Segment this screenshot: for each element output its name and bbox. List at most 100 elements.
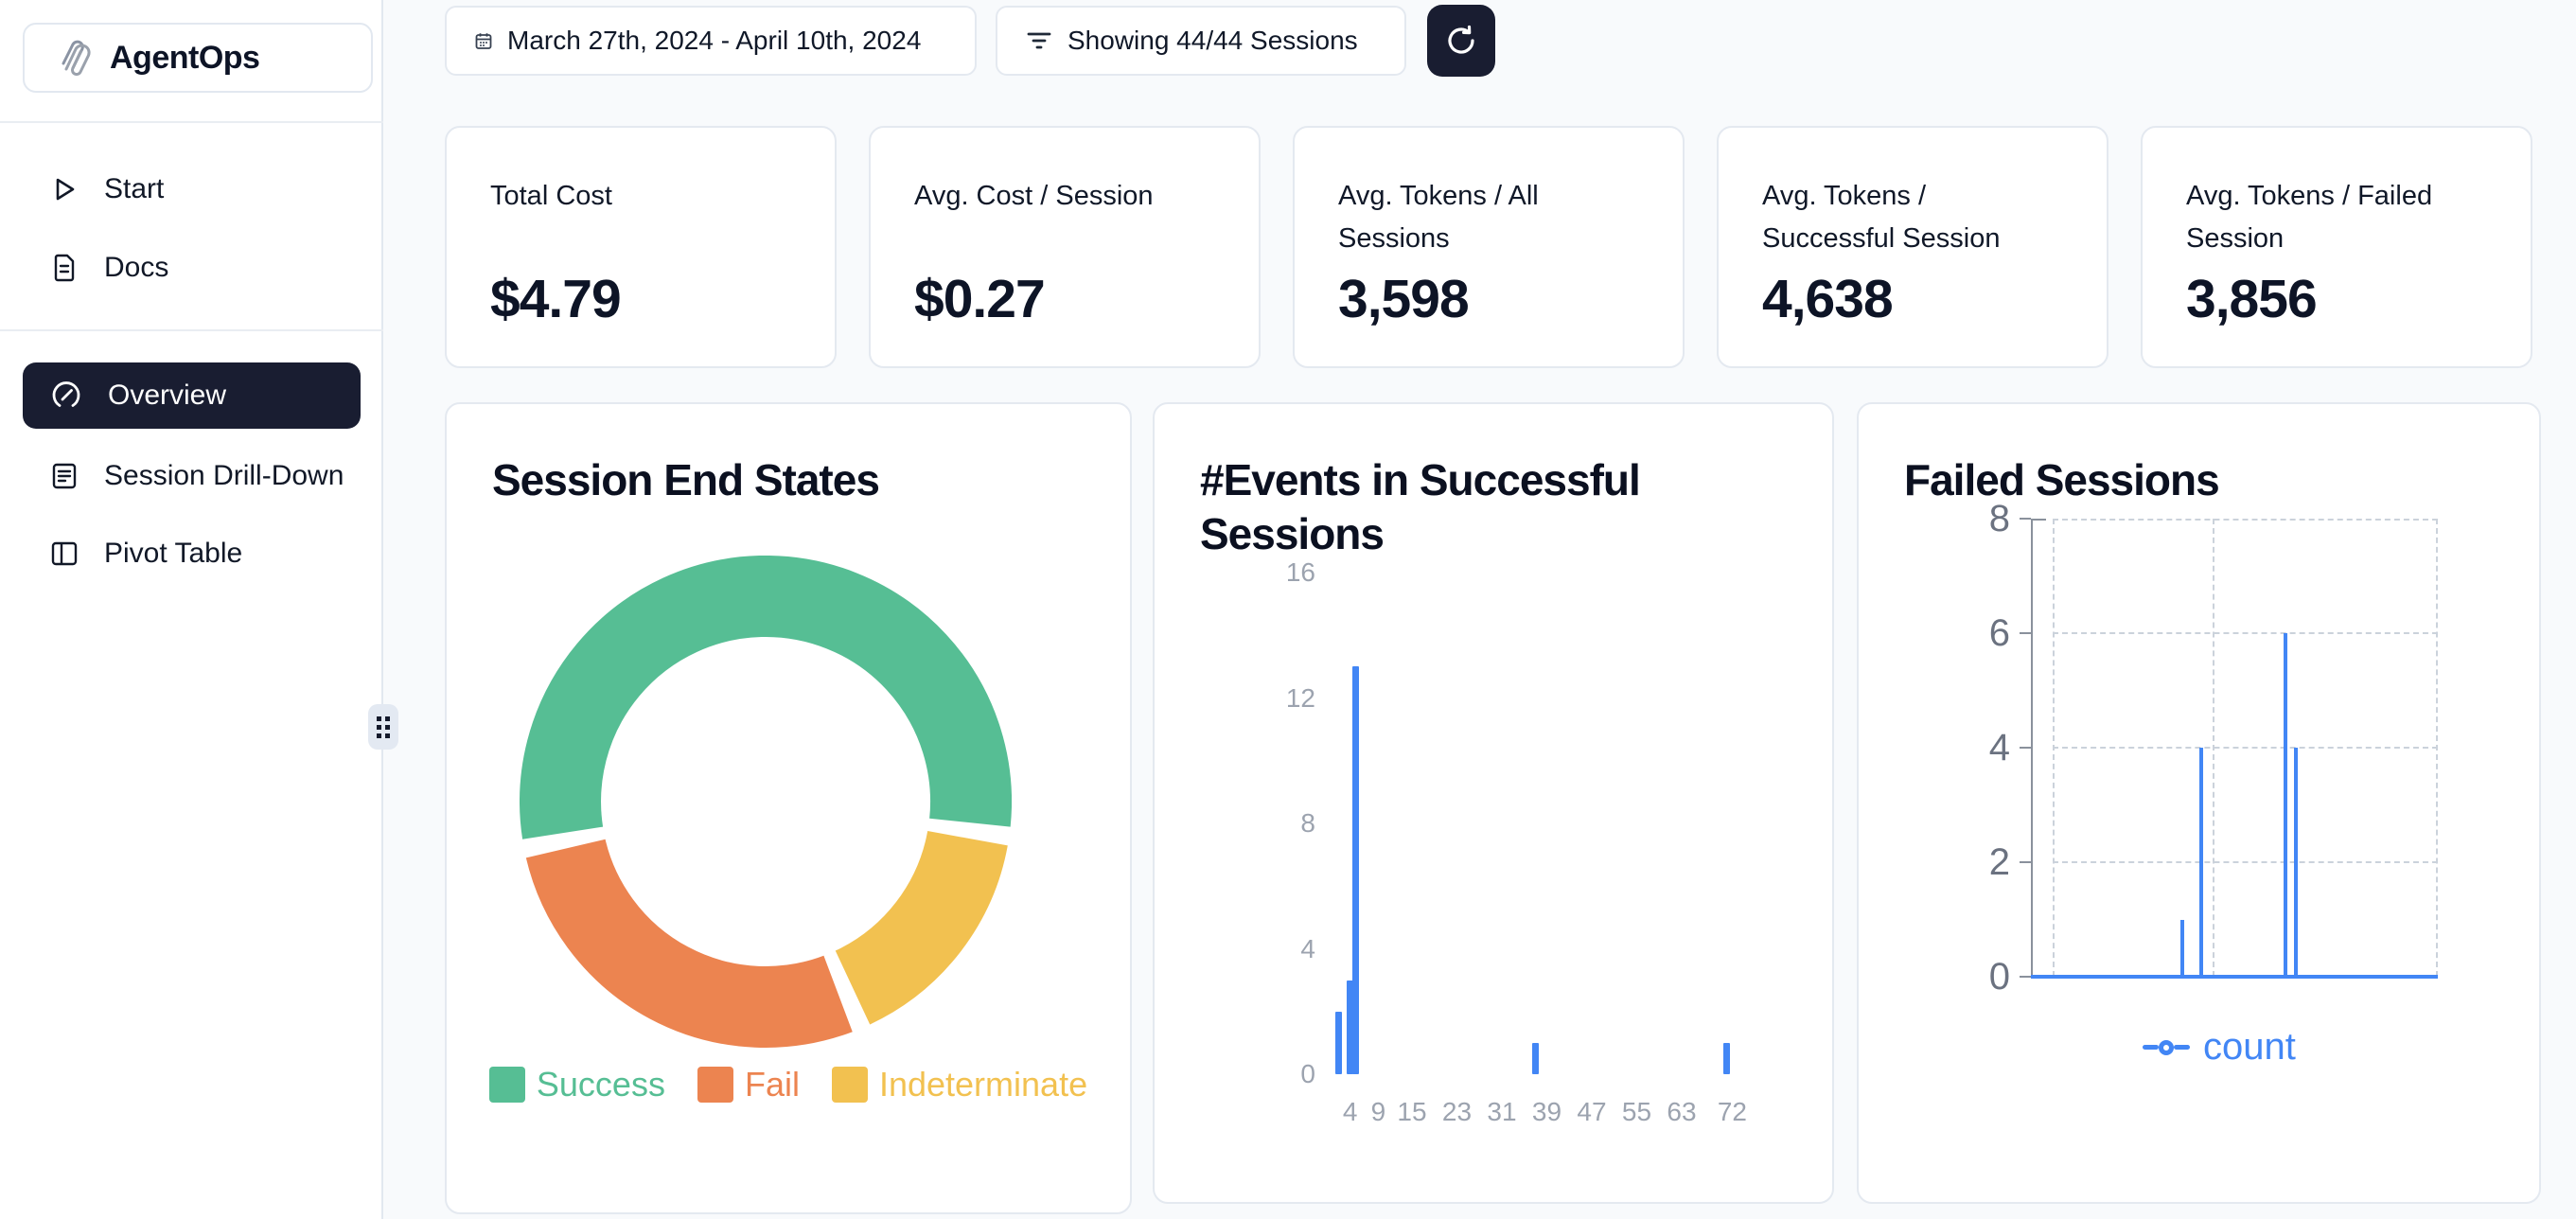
bar — [1352, 666, 1359, 1074]
date-range-label: March 27th, 2024 - April 10th, 2024 — [507, 26, 921, 56]
sessions-filter-label: Showing 44/44 Sessions — [1067, 26, 1358, 56]
sidebar-divider — [0, 121, 383, 123]
stat-value: 3,598 — [1338, 268, 1469, 330]
y-axis-tick-label: 6 — [1944, 612, 2010, 654]
bar — [1723, 1043, 1730, 1074]
sidebar-item-docs[interactable]: Docs — [23, 239, 361, 296]
sidebar-item-label: Docs — [104, 252, 168, 284]
y-axis-tick-label: 12 — [1216, 680, 1315, 717]
donut-slice-fail[interactable] — [566, 849, 838, 1007]
y-axis-tick — [2020, 976, 2031, 978]
sidebar-item-session-drill-down[interactable]: Session Drill-Down — [23, 448, 361, 504]
y-axis-tick-label: 8 — [1944, 498, 2010, 539]
line-spike — [2199, 748, 2203, 977]
legend-item-indeterminate[interactable]: Indeterminate — [832, 1065, 1087, 1104]
legend-item-fail[interactable]: Fail — [697, 1065, 800, 1104]
y-axis-line — [2031, 519, 2033, 977]
y-axis-tick — [2020, 861, 2031, 863]
success-swatch — [489, 1067, 525, 1103]
sidebar-item-start[interactable]: Start — [23, 161, 361, 218]
stat-label: Avg. Tokens / Successful Session — [1762, 175, 2063, 260]
events-bar-chart[interactable]: 0481216491523313947556372 — [1155, 404, 1836, 1206]
h-gridline — [2053, 861, 2438, 863]
sidebar-item-label: Session Drill-Down — [104, 460, 344, 492]
play-icon — [49, 174, 79, 204]
donut-legend: Success Fail Indeterminate — [447, 1065, 1130, 1104]
stat-label: Avg. Cost / Session — [914, 175, 1215, 218]
pivot-table-icon — [49, 539, 79, 569]
legend-label: Indeterminate — [879, 1065, 1087, 1104]
y-axis-tick-label: 2 — [1944, 841, 2010, 883]
v-gridline — [2213, 519, 2214, 977]
stat-card-avg-cost-session: Avg. Cost / Session $0.27 — [869, 126, 1261, 368]
calendar-icon — [475, 32, 492, 50]
refresh-icon — [1444, 24, 1478, 58]
y-axis-tick-label: 4 — [1216, 930, 1315, 968]
count-legend-label: count — [2203, 1026, 2296, 1069]
line-spike — [2180, 920, 2184, 978]
x-axis-tick-label: 72 — [1699, 1093, 1765, 1131]
y-axis-tick-label: 8 — [1216, 804, 1315, 842]
app-logo[interactable]: AgentOps — [23, 23, 373, 93]
h-gridline — [2053, 747, 2438, 749]
failed-sessions-card: Failed Sessions 02468 count — [1857, 402, 2541, 1204]
gauge-icon — [49, 379, 83, 413]
y-axis-cap — [2031, 519, 2046, 521]
bar — [1532, 1043, 1539, 1074]
h-gridline — [2053, 632, 2438, 634]
line-spike — [2284, 633, 2287, 977]
sidebar-resize-handle[interactable] — [368, 704, 398, 750]
y-axis-tick — [2020, 632, 2031, 634]
failed-sessions-line-chart[interactable]: 0 2 4 6 8 — [1859, 404, 2543, 1206]
count-legend[interactable]: count — [2143, 1026, 2296, 1069]
date-range-button[interactable]: March 27th, 2024 - April 10th, 2024 — [445, 6, 977, 76]
sidebar: AgentOps Start Docs Overview — [0, 0, 383, 1219]
sidebar-divider — [0, 329, 383, 331]
sessions-filter-button[interactable]: Showing 44/44 Sessions — [996, 6, 1406, 76]
sidebar-item-label: Start — [104, 173, 164, 205]
filter-icon — [1026, 30, 1052, 51]
donut-slice-success[interactable] — [560, 596, 971, 833]
sidebar-item-label: Pivot Table — [104, 538, 242, 570]
events-in-successful-sessions-card: #Events in Successful Sessions 048121649… — [1153, 402, 1834, 1204]
count-series-marker-icon — [2143, 1040, 2190, 1055]
legend-item-success[interactable]: Success — [489, 1065, 665, 1104]
document-icon — [49, 253, 79, 283]
stat-value: $0.27 — [914, 268, 1045, 330]
stat-label: Avg. Tokens / Failed Session — [2186, 175, 2487, 260]
session-list-icon — [49, 461, 79, 491]
y-axis-tick — [2020, 747, 2031, 749]
legend-label: Success — [537, 1065, 665, 1104]
donut-slice-indeterminate[interactable] — [853, 839, 968, 988]
stat-value: 3,856 — [2186, 268, 2317, 330]
y-axis-tick — [2020, 518, 2031, 520]
y-axis-tick-label: 16 — [1216, 554, 1315, 592]
stat-card-avg-tokens-failed: Avg. Tokens / Failed Session 3,856 — [2141, 126, 2532, 368]
sidebar-item-overview[interactable]: Overview — [23, 362, 361, 429]
session-end-states-card: Session End States Success Fail Indeterm… — [445, 402, 1132, 1214]
y-axis-tick-label: 0 — [1216, 1055, 1315, 1093]
stat-label: Avg. Tokens / All Sessions — [1338, 175, 1639, 260]
fail-swatch — [697, 1067, 733, 1103]
stat-value: 4,638 — [1762, 268, 1893, 330]
agentops-paperclip-logo-icon — [53, 37, 95, 79]
stat-label: Total Cost — [490, 175, 791, 218]
refresh-button[interactable] — [1427, 5, 1495, 77]
sidebar-item-label: Overview — [108, 380, 226, 412]
y-axis-tick-label: 0 — [1944, 956, 2010, 998]
stat-card-total-cost: Total Cost $4.79 — [445, 126, 837, 368]
sidebar-item-pivot-table[interactable]: Pivot Table — [23, 525, 361, 582]
indeterminate-swatch — [832, 1067, 868, 1103]
drag-dots-icon — [377, 716, 390, 738]
session-end-states-donut-chart[interactable] — [520, 556, 1012, 1048]
stat-card-avg-tokens-all: Avg. Tokens / All Sessions 3,598 — [1293, 126, 1685, 368]
app-title: AgentOps — [110, 40, 259, 77]
legend-label: Fail — [745, 1065, 800, 1104]
bar — [1335, 1012, 1342, 1074]
line-baseline — [2031, 975, 2438, 979]
y-axis-tick-label: 4 — [1944, 727, 2010, 768]
stat-card-avg-tokens-successful: Avg. Tokens / Successful Session 4,638 — [1717, 126, 2108, 368]
line-spike — [2294, 748, 2298, 977]
stat-value: $4.79 — [490, 268, 621, 330]
chart-title: Session End States — [492, 453, 879, 507]
